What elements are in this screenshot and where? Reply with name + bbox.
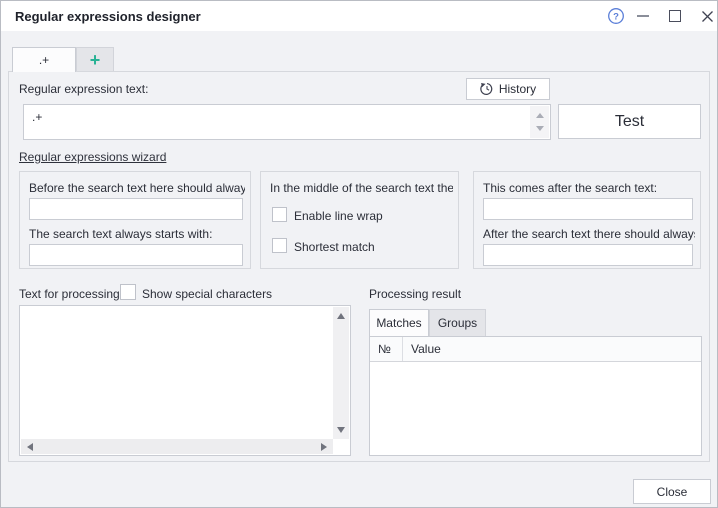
maximize-icon	[669, 10, 681, 22]
help-button[interactable]: ?	[606, 6, 626, 26]
tab-content-panel	[8, 71, 710, 462]
close-window-button[interactable]	[697, 6, 717, 26]
close-button[interactable]: Close	[633, 479, 711, 504]
minimize-icon	[637, 15, 649, 17]
plus-icon: +	[89, 49, 101, 70]
window-title: Regular expressions designer	[15, 9, 201, 24]
close-icon	[701, 10, 714, 23]
regex-designer-dialog: Regular expressions designer ? .+ + Regu…	[0, 0, 718, 508]
tab-label: .+	[38, 53, 50, 67]
add-tab-button[interactable]: +	[76, 47, 114, 72]
tab-matches-label: Matches	[376, 316, 422, 330]
tab-matches[interactable]: Matches	[369, 309, 429, 336]
maximize-button[interactable]	[665, 6, 685, 26]
close-button-label: Close	[656, 484, 688, 499]
tab-current-expression[interactable]: .+	[12, 47, 76, 72]
minimize-button[interactable]	[633, 6, 653, 26]
help-icon: ?	[607, 7, 625, 25]
svg-text:?: ?	[613, 12, 619, 23]
title-bar: Regular expressions designer ?	[1, 1, 717, 31]
